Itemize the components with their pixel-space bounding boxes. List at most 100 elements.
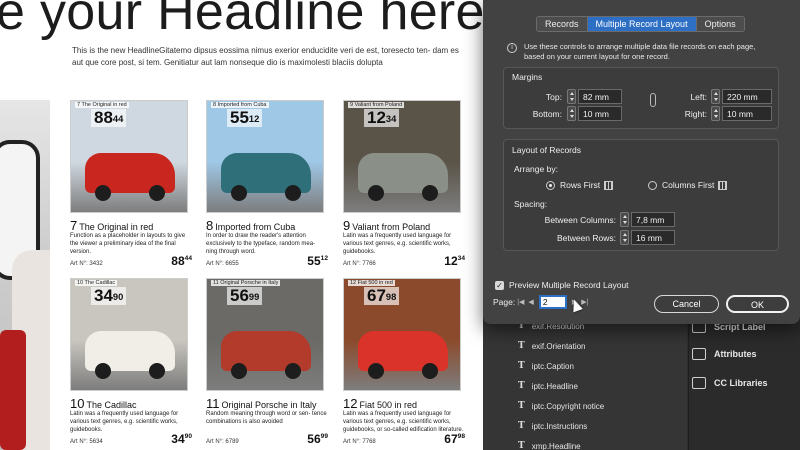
between-rows-field: [620, 230, 675, 245]
layout-of-records-title: Layout of Records: [512, 145, 581, 155]
record-card: 9 Valiant from Poland 1234 9 Valiant from P…: [343, 100, 465, 272]
radio-unselected-icon: [648, 180, 657, 190]
tab-records[interactable]: Records: [537, 17, 588, 31]
card-photo: 11 Original Porsche in Italy 5699: [206, 278, 324, 391]
card-description: Latin was a frequently used language for…: [70, 411, 179, 433]
between-columns-stepper[interactable]: [620, 212, 629, 227]
rows-first-icon: [604, 180, 614, 190]
card-photo-price: 6798: [364, 287, 400, 305]
card-photo-price: 8844: [91, 109, 127, 127]
card-description: Function as a placeholder in layouts to …: [70, 233, 186, 255]
columns-first-icon: [718, 180, 728, 190]
data-field-item[interactable]: Txmp.Headline: [518, 437, 581, 450]
cancel-button[interactable]: Cancel: [654, 295, 719, 313]
data-field-item[interactable]: Tiptc.Copyright notice: [518, 397, 604, 415]
margin-top-stepper[interactable]: [567, 89, 576, 104]
document-intro-text: This is the new HeadlineGitatemo dipsus …: [72, 46, 459, 67]
card-description: In order to draw the reader's attention …: [206, 233, 316, 255]
first-page-icon[interactable]: |◀: [517, 298, 524, 306]
margin-bottom-field: [567, 106, 622, 121]
card-photo-price: 5512: [227, 109, 263, 127]
data-field-item[interactable]: Tiptc.Headline: [518, 377, 578, 395]
panel-icon: [692, 377, 706, 389]
info-text: Use these controls to arrange multiple d…: [524, 42, 756, 61]
margin-left-input[interactable]: [722, 89, 772, 104]
text-field-icon: T: [518, 381, 525, 391]
card-title: 11 Original Porsche in Italy: [206, 396, 317, 411]
margin-left-field: [711, 89, 772, 104]
card-price: 1234: [444, 254, 465, 268]
info-icon: i: [507, 43, 517, 53]
card-article-number: Art N°: 7768: [343, 439, 376, 445]
margin-top-label: Top:: [545, 92, 562, 102]
checkmark-icon: ✓: [495, 280, 504, 290]
between-columns-field: [620, 212, 675, 227]
card-photo-price: 3490: [91, 287, 127, 305]
card-title: 7 The Original in red: [70, 218, 154, 233]
card-article-number: Art N°: 3432: [70, 261, 103, 267]
card-article-number: Art N°: 6789: [206, 439, 239, 445]
record-card: 7 The Original in red 8844 7 The Original i…: [70, 100, 192, 272]
side-panel-item[interactable]: Attributes: [692, 343, 757, 365]
card-title: 12 Fiat 500 in red: [343, 396, 418, 411]
margin-right-field: [711, 106, 772, 121]
card-price: 5699: [307, 432, 328, 446]
tab-multiple-record-layout[interactable]: Multiple Record Layout: [587, 17, 697, 31]
between-rows-label: Between Rows:: [556, 233, 616, 243]
card-price: 3490: [171, 432, 192, 446]
previous-page-icon[interactable]: ◀: [528, 298, 533, 306]
card-article-number: Art N°: 7766: [343, 261, 376, 267]
preview-label: Preview Multiple Record Layout: [509, 280, 629, 290]
preview-multiple-record-layout-checkbox[interactable]: ✓ Preview Multiple Record Layout: [495, 280, 629, 290]
margin-bottom-stepper[interactable]: [567, 106, 576, 121]
record-card: 11 Original Porsche in Italy 5699 11 Origin…: [206, 278, 328, 450]
card-photo: 12 Fiat 500 in red 6798: [343, 278, 461, 391]
card-price: 5512: [307, 254, 328, 268]
margin-right-input[interactable]: [722, 106, 772, 121]
text-field-icon: T: [518, 361, 525, 371]
between-rows-input[interactable]: [631, 230, 675, 245]
text-field-icon: T: [518, 401, 525, 411]
margin-top-field: [567, 89, 622, 104]
margin-bottom-label: Bottom:: [532, 109, 562, 119]
data-field-item[interactable]: Tiptc.Caption: [518, 357, 574, 375]
record-card: 12 Fiat 500 in red 6798 12 Fiat 500 in red L…: [343, 278, 465, 450]
ok-button[interactable]: OK: [726, 295, 789, 313]
card-description: Random meaning through word or sen- tenc…: [206, 411, 327, 425]
margins-title: Margins: [512, 72, 543, 82]
panel-icon: [692, 348, 706, 360]
margin-top-input[interactable]: [578, 89, 622, 104]
margin-bottom-input[interactable]: [578, 106, 622, 121]
tab-options[interactable]: Options: [696, 17, 744, 31]
page-number-input[interactable]: [538, 295, 567, 309]
margin-right-label: Right:: [684, 109, 707, 119]
side-panel-item[interactable]: CC Libraries: [692, 372, 768, 394]
card-description: Latin was a frequently used language for…: [343, 411, 464, 433]
radio-selected-icon: [546, 180, 555, 190]
card-title: 9 Valiant from Poland: [343, 218, 431, 233]
columns-first-radio[interactable]: Columns First: [648, 180, 728, 190]
margin-left-stepper[interactable]: [711, 89, 720, 104]
between-columns-input[interactable]: [631, 212, 675, 227]
last-page-icon[interactable]: ▶|: [581, 298, 588, 306]
arrange-by-label: Arrange by:: [514, 164, 558, 174]
card-photo-price: 1234: [364, 109, 400, 127]
document-headline: e your Headline here: [0, 0, 485, 41]
spacing-label: Spacing:: [514, 199, 548, 209]
between-rows-stepper[interactable]: [620, 230, 629, 245]
card-article-number: Art N°: 6655: [206, 261, 239, 267]
link-margins-icon[interactable]: [650, 93, 656, 107]
page-label: Page:: [493, 297, 516, 307]
columns-first-label: Columns First: [662, 180, 715, 190]
data-field-item[interactable]: Tiptc.Instructions: [518, 417, 587, 435]
rows-first-radio[interactable]: Rows First: [546, 180, 614, 190]
data-field-item[interactable]: Texif.Orientation: [518, 337, 586, 355]
card-photo-price: 5699: [227, 287, 263, 305]
between-columns-label: Between Columns:: [544, 215, 616, 225]
card-price: 6798: [444, 432, 465, 446]
text-field-icon: T: [518, 341, 525, 351]
card-photo: 7 The Original in red 8844: [70, 100, 188, 213]
text-field-icon: T: [518, 421, 525, 431]
dialog-tabs: Records Multiple Record Layout Options: [536, 16, 745, 32]
margin-right-stepper[interactable]: [711, 106, 720, 121]
